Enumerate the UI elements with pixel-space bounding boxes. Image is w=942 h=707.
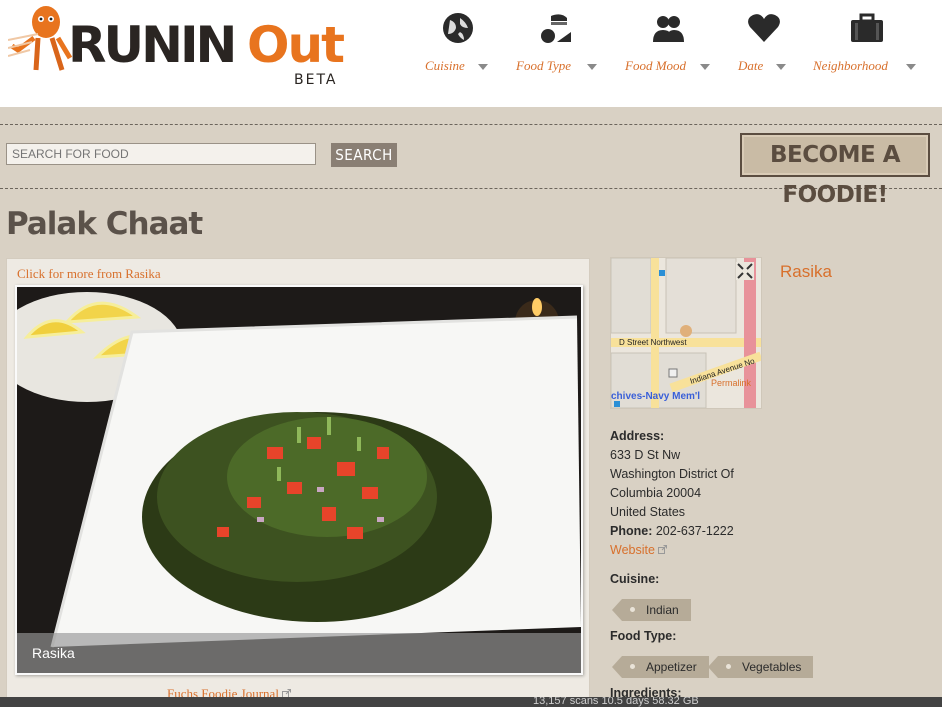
restaurant-details: Address: 633 D St Nw Washington District… [610, 427, 734, 560]
nav-date[interactable]: Date [736, 10, 792, 80]
taskbar-status: 13,157 scans 10.5 days 58.32 GB [533, 697, 699, 707]
more-from-restaurant-link[interactable]: Click for more from Rasika [17, 266, 161, 282]
nav-food-mood-label: Food Mood [625, 58, 687, 73]
restaurant-name-link[interactable]: Rasika [780, 262, 832, 282]
nav-food-type[interactable]: Food Type [514, 10, 600, 80]
nav-neighborhood-label: Neighborhood [813, 58, 888, 73]
phone-number: 202-637-1222 [655, 524, 734, 538]
address-line: Washington District Of [610, 467, 734, 481]
globe-icon [443, 13, 473, 43]
food-type-tag[interactable]: Vegetables [707, 656, 814, 678]
briefcase-icon [851, 13, 883, 42]
search-button[interactable]: SEARCH [331, 143, 397, 167]
chevron-down-icon [587, 64, 597, 70]
site-logo[interactable]: RUNIN Out BETA [0, 0, 360, 100]
become-foodie-button[interactable]: BECOME A FOODIE! [740, 133, 930, 208]
nav-food-type-label: Food Type [516, 58, 571, 73]
chevron-down-icon [776, 64, 786, 70]
cuisine-tag[interactable]: Indian [612, 599, 691, 621]
nav-cuisine[interactable]: Cuisine [422, 10, 494, 80]
chevron-down-icon [700, 64, 710, 70]
map-place-label: chives-Navy Mem'l [611, 391, 700, 402]
logo-text-out: Out [247, 16, 345, 74]
heart-icon [748, 14, 780, 42]
map-street-label: D Street Northwest [619, 338, 687, 347]
photo-caption-bar: Rasika [17, 633, 581, 673]
food-type-label: Food Type: [610, 629, 677, 643]
page-title: Palak Chaat [6, 206, 203, 242]
food-type-tag[interactable]: Appetizer [612, 656, 709, 678]
divider [0, 124, 942, 125]
address-line: United States [610, 505, 686, 519]
address-line: Columbia 20004 [610, 486, 702, 500]
search-input[interactable] [6, 143, 316, 165]
location-map[interactable]: D Street Northwest Indiana Avenue No Per… [610, 257, 762, 409]
address-line: 633 D St Nw [610, 448, 681, 462]
map-graphic: D Street Northwest Indiana Avenue No Per… [611, 258, 761, 408]
nav-cuisine-label: Cuisine [425, 58, 465, 73]
chevron-down-icon [906, 64, 916, 70]
nav-date-label: Date [738, 58, 764, 73]
people-icon [653, 16, 684, 42]
nav-food-mood[interactable]: Food Mood [623, 10, 713, 80]
cuisine-label: Cuisine: [610, 572, 660, 586]
chevron-down-icon [478, 64, 488, 70]
food-icon [541, 14, 571, 43]
dish-illustration [17, 287, 581, 673]
logo-beta: BETA [294, 72, 338, 88]
photo-caption: Rasika [32, 645, 75, 661]
dish-photo[interactable]: Rasika [15, 285, 583, 675]
website-link[interactable]: Website [610, 543, 655, 557]
nav-neighborhood[interactable]: Neighborhood [812, 10, 922, 80]
map-permalink: Permalink [711, 378, 752, 388]
address-label: Address: [610, 429, 665, 443]
phone-label: Phone: [610, 524, 653, 538]
photo-card: Click for more from Rasika Rasika Fuchs … [6, 258, 590, 707]
external-link-icon [658, 545, 668, 554]
logo-text-runin: RUNIN [68, 16, 237, 74]
site-header: RUNIN Out BETA Cuisine Food Type Food Mo… [0, 0, 942, 107]
os-taskbar: 13,157 scans 10.5 days 58.32 GB [0, 697, 942, 707]
